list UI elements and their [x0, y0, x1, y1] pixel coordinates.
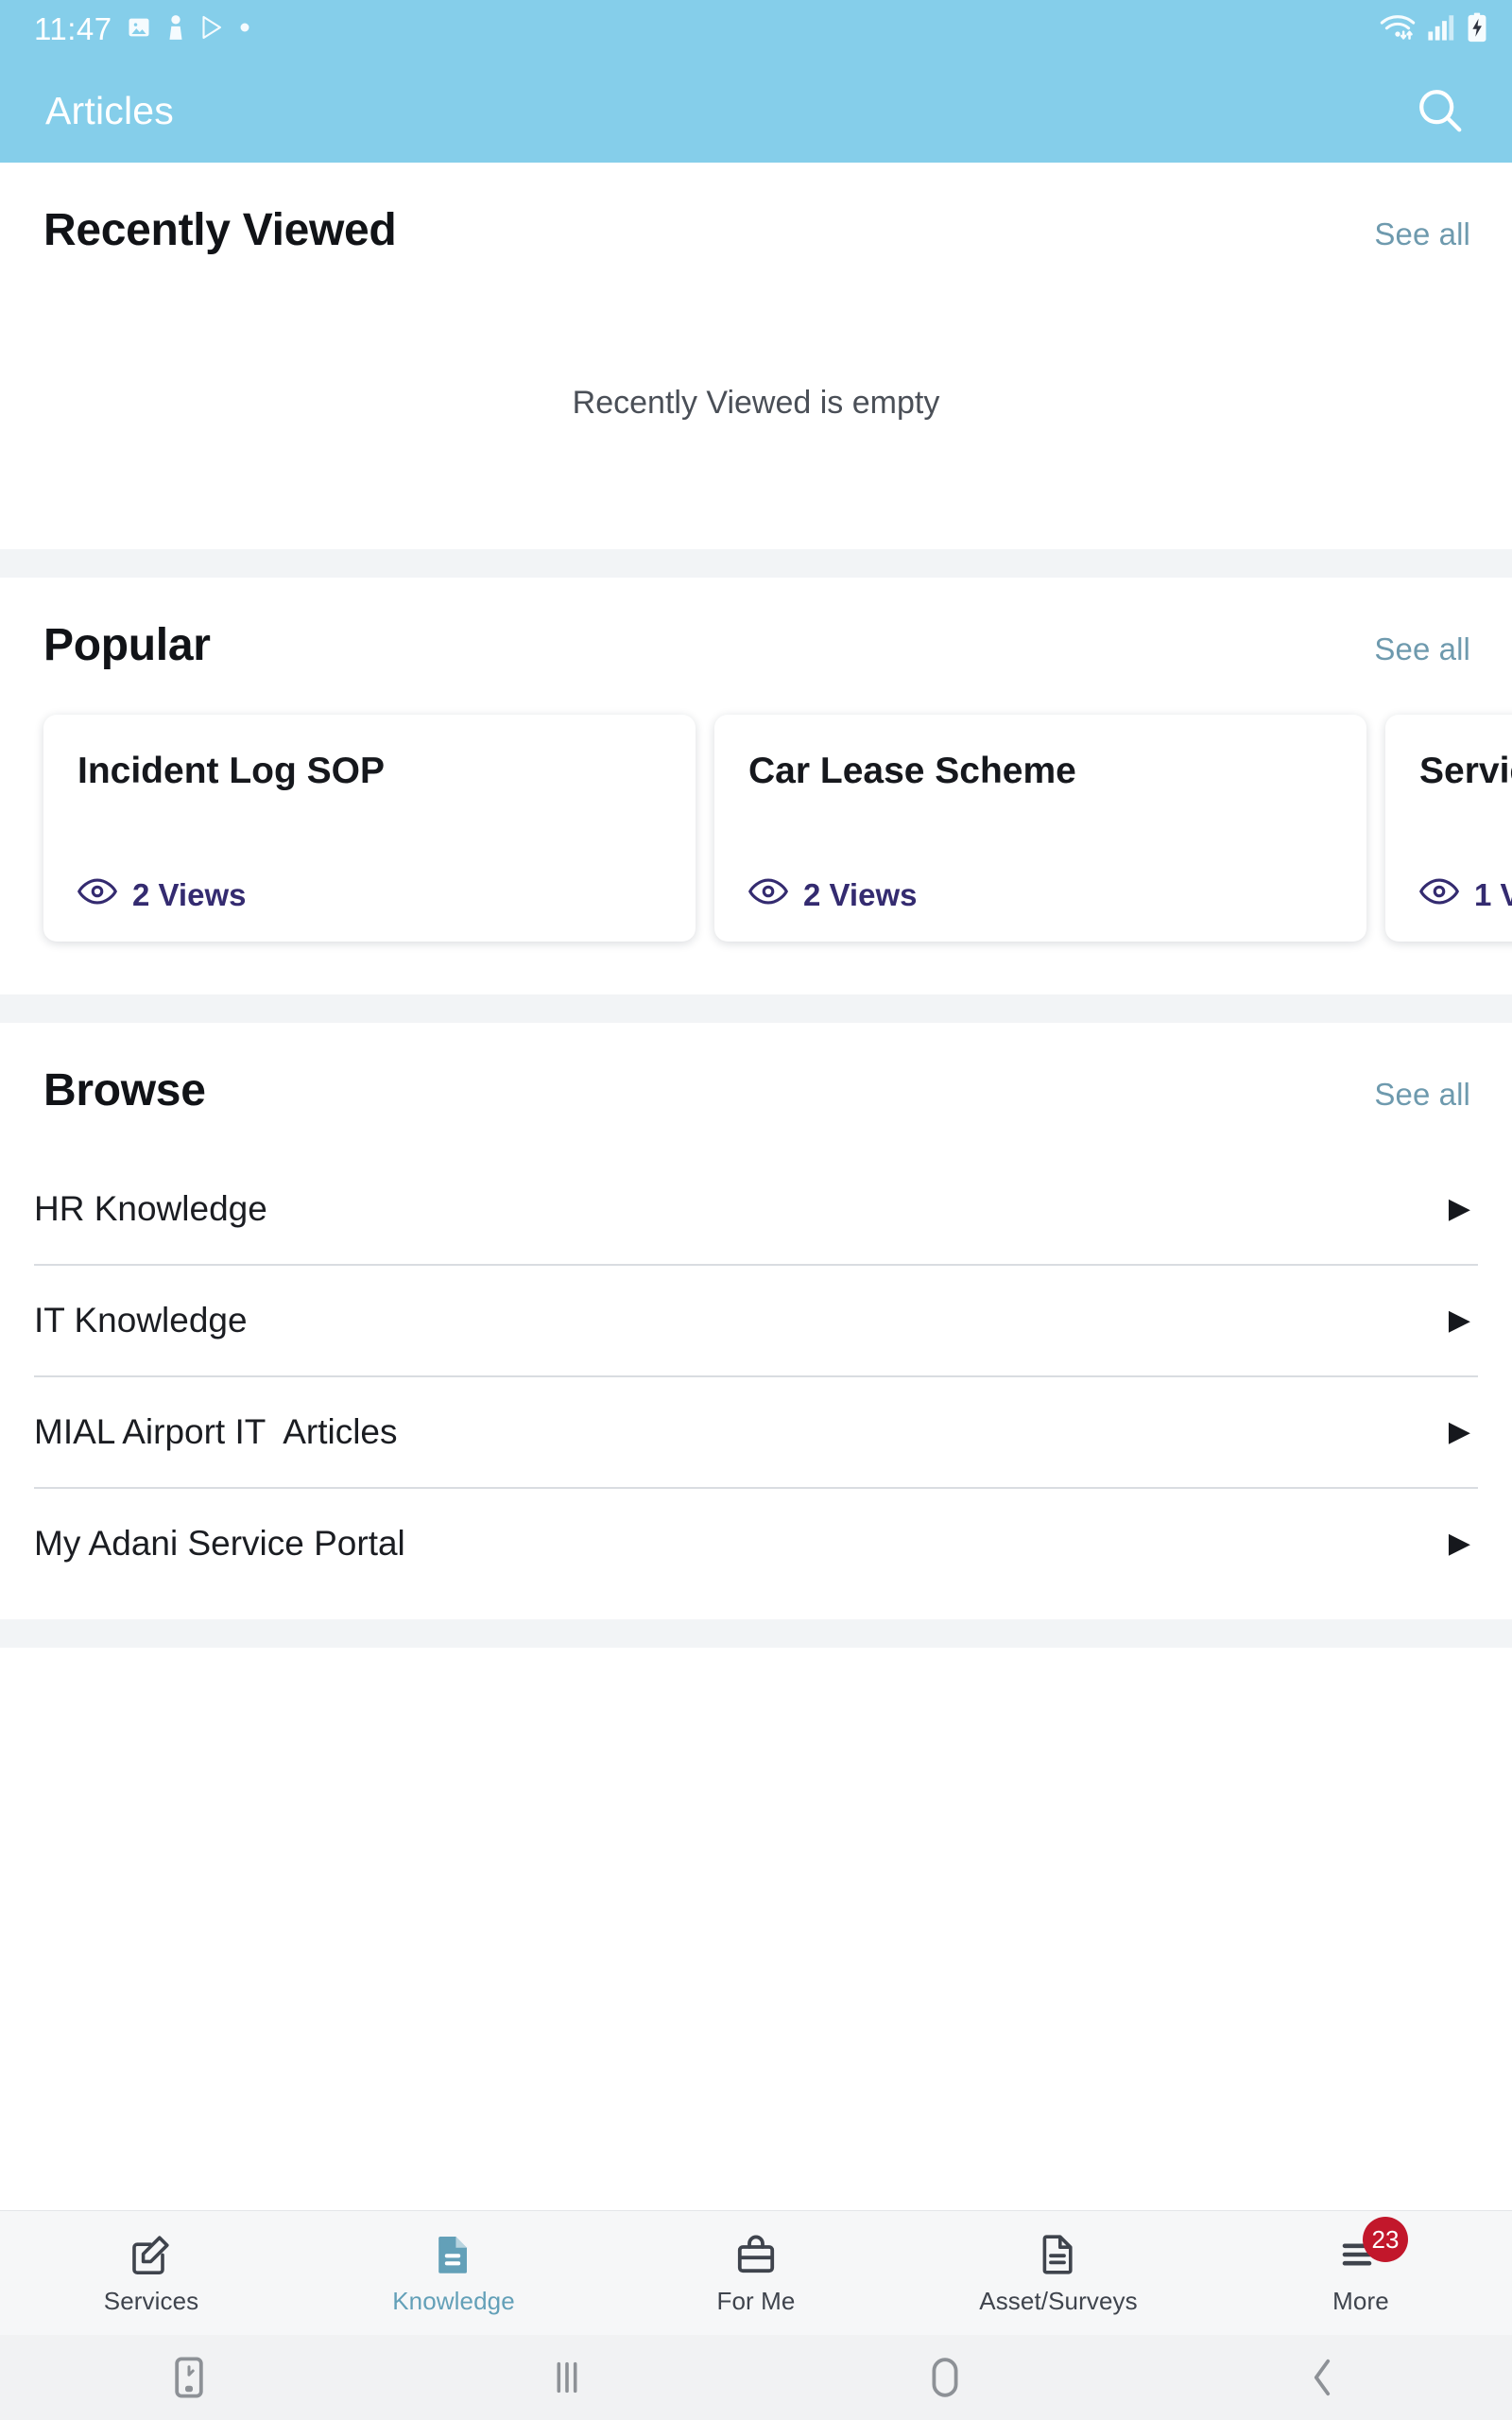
tab-label: Knowledge [392, 2287, 515, 2315]
tab-asset-surveys[interactable]: Asset/Surveys [907, 2211, 1210, 2335]
recently-viewed-see-all[interactable]: See all [1374, 216, 1470, 252]
browse-title: Browse [43, 1065, 206, 1115]
edit-note-icon [129, 2230, 174, 2277]
list-item[interactable]: MIAL Airport IT Articles ▶ [0, 1377, 1512, 1487]
browse-item-label: HR Knowledge [34, 1189, 267, 1228]
popular-card-title: Incident Log SOP [77, 751, 386, 791]
status-bar-right [1379, 12, 1487, 47]
popular-card-views: 2 Views [747, 877, 1332, 913]
chevron-right-icon: ▶ [1448, 1528, 1470, 1559]
browse-item-label: My Adani Service Portal [34, 1524, 405, 1563]
recents-icon[interactable] [378, 2359, 756, 2396]
recently-viewed-empty-message: Recently Viewed is empty [572, 384, 940, 421]
signal-icon [1427, 12, 1456, 46]
app-bar: Articles [0, 59, 1512, 163]
popular-section: Popular See all Incident Log SOP 2 Views… [0, 578, 1512, 994]
wifi-icon [1379, 12, 1417, 47]
chevron-right-icon: ▶ [1448, 1305, 1470, 1336]
browse-list: HR Knowledge ▶ IT Knowledge ▶ MIAL Airpo… [0, 1116, 1512, 1619]
browse-see-all[interactable]: See all [1374, 1077, 1470, 1113]
chevron-right-icon: ▶ [1448, 1416, 1470, 1447]
home-icon[interactable] [756, 2357, 1134, 2398]
file-lines-icon [1036, 2230, 1081, 2277]
eye-icon [1418, 877, 1460, 913]
popular-header: Popular See all [0, 578, 1512, 671]
document-icon [431, 2230, 476, 2277]
recently-viewed-header: Recently Viewed See all [0, 163, 1512, 256]
image-icon [126, 14, 152, 45]
screenshot-icon[interactable] [0, 2357, 378, 2398]
browse-header: Browse See all [0, 1023, 1512, 1116]
back-icon[interactable] [1134, 2357, 1512, 2398]
status-bar-left: 11:47 [34, 11, 251, 47]
play-store-icon [199, 14, 225, 45]
briefcase-icon [733, 2230, 779, 2277]
tab-label: Services [103, 2287, 199, 2315]
status-bar: 11:47 [0, 0, 1512, 59]
android-nav-bar [0, 2335, 1512, 2420]
list-item[interactable]: IT Knowledge ▶ [0, 1266, 1512, 1375]
dot-icon [238, 21, 251, 39]
popular-title: Popular [43, 620, 211, 670]
eye-icon [747, 877, 789, 913]
status-bar-clock: 11:47 [34, 11, 112, 46]
more-badge: 23 [1363, 2217, 1408, 2262]
bottom-tab-bar: Services Knowledge For Me Asset/Surveys … [0, 2210, 1512, 2335]
battery-charging-icon [1467, 12, 1487, 47]
list-item[interactable]: My Adani Service Portal ▶ [0, 1489, 1512, 1599]
popular-card-title: Car Lease Scheme [748, 751, 1076, 791]
hamburger-icon: 23 [1338, 2217, 1408, 2277]
browse-section: Browse See all HR Knowledge ▶ IT Knowled… [0, 1023, 1512, 1619]
popular-card[interactable]: Service 1 Vie [1385, 715, 1512, 942]
tab-more[interactable]: 23 More [1210, 2211, 1512, 2335]
popular-card-views-label: 1 Vie [1474, 877, 1512, 912]
tab-services[interactable]: Services [0, 2211, 302, 2335]
recently-viewed-section: Recently Viewed See all Recently Viewed … [0, 163, 1512, 549]
person-icon [165, 14, 186, 45]
tab-label: More [1332, 2287, 1389, 2315]
tab-knowledge[interactable]: Knowledge [302, 2211, 605, 2335]
popular-card-carousel[interactable]: Incident Log SOP 2 Views Car Lease Schem… [0, 671, 1512, 994]
popular-card[interactable]: Car Lease Scheme 2 Views [714, 715, 1366, 942]
section-divider-band [0, 994, 1512, 1023]
popular-card-views-label: 2 Views [132, 877, 247, 912]
popular-card-views-label: 2 Views [803, 877, 918, 912]
page-title: Articles [45, 88, 175, 132]
page-filler [0, 1648, 1512, 2120]
eye-icon [77, 877, 118, 913]
chevron-right-icon: ▶ [1448, 1193, 1470, 1224]
list-item[interactable]: HR Knowledge ▶ [0, 1154, 1512, 1264]
popular-card-views: 1 Vie [1418, 877, 1512, 913]
popular-card[interactable]: Incident Log SOP 2 Views [43, 715, 696, 942]
search-icon[interactable] [1397, 67, 1484, 154]
recently-viewed-body: Recently Viewed is empty [0, 256, 1512, 549]
section-divider-band [0, 549, 1512, 578]
popular-card-title: Service [1419, 751, 1512, 791]
tab-for-me[interactable]: For Me [605, 2211, 907, 2335]
popular-see-all[interactable]: See all [1374, 631, 1470, 667]
section-divider-band [0, 1619, 1512, 1648]
recently-viewed-title: Recently Viewed [43, 205, 397, 255]
tab-label: For Me [716, 2287, 796, 2315]
tab-label: Asset/Surveys [979, 2287, 1138, 2315]
popular-card-views: 2 Views [77, 877, 662, 913]
browse-item-label: MIAL Airport IT Articles [34, 1412, 398, 1451]
browse-item-label: IT Knowledge [34, 1301, 248, 1340]
